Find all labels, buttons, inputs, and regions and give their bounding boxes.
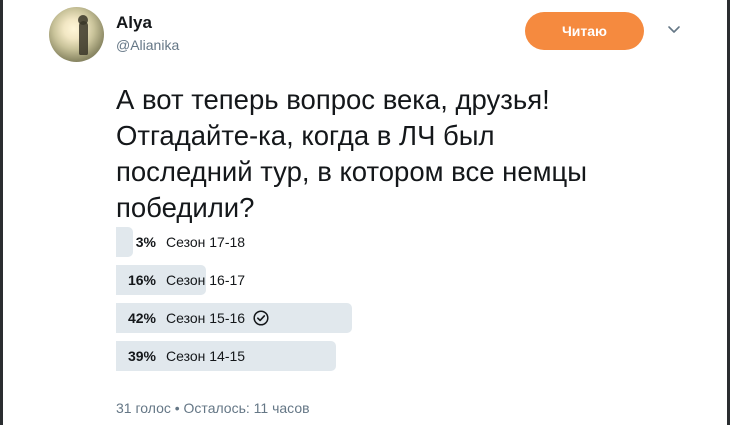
follow-button[interactable]: Читаю [525,12,644,50]
avatar[interactable] [49,7,104,62]
poll-option-label: Сезон 17-18 [166,234,246,250]
check-circle-icon [253,310,269,326]
poll-percent: 42% [127,310,156,326]
poll-option: 42% Сезон 15-16 [116,303,676,333]
poll-option: 16% Сезон 16-17 [116,265,676,295]
tweet-text-line: А вот теперь вопрос века, друзья! [116,84,550,115]
tweet-text-line: победили? [116,192,255,223]
avatar-figure-body [79,21,88,55]
chevron-down-icon[interactable] [667,24,681,36]
tweet-text-line: Отгадайте-ка, когда в ЛЧ был [116,120,495,151]
poll-option-label: Сезон 16-17 [166,272,246,288]
poll-percent: 3% [135,234,156,250]
tweet-text-line: последний тур, в котором все немцы [116,156,588,187]
poll-vote-count[interactable]: 31 голос [116,400,171,416]
poll-option-label: Сезон 14-15 [166,348,246,364]
poll-percent: 16% [127,272,156,288]
poll-meta: 31 голос • Осталось: 11 часов [116,400,310,416]
poll-option-label: Сезон 15-16 [166,310,246,326]
poll: 3% Сезон 17-18 16% Сезон 16-17 42% Сезон… [116,227,676,379]
poll-meta-separator: • [174,400,180,416]
poll-percent: 39% [127,348,156,364]
tweet-text: А вот теперь вопрос века, друзья! Отгада… [116,82,706,226]
user-handle[interactable]: @Alianika [116,37,179,53]
poll-time-left: Осталось: 11 часов [183,400,310,416]
poll-option: 39% Сезон 14-15 [116,341,676,371]
window-frame-left [0,0,3,425]
poll-option: 3% Сезон 17-18 [116,227,676,257]
display-name[interactable]: Alya [116,13,152,33]
